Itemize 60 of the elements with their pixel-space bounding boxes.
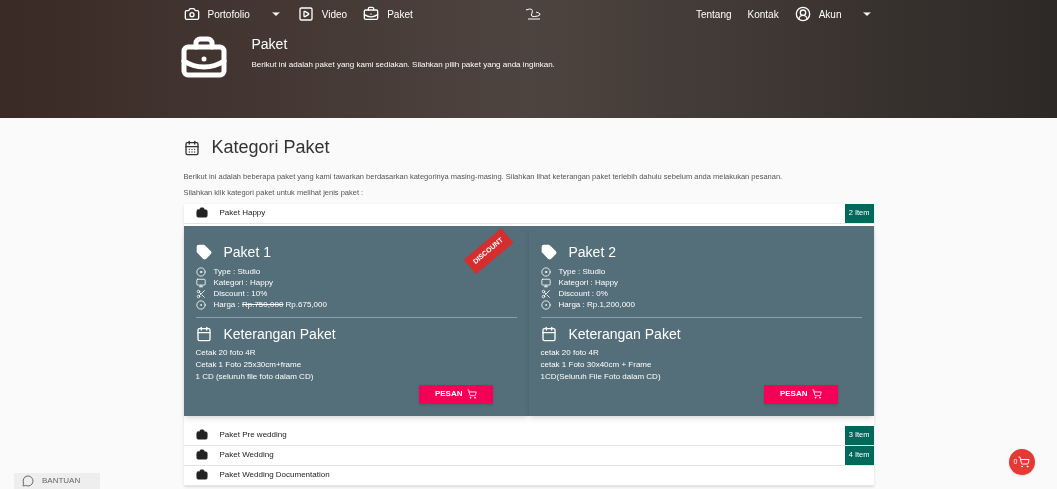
camera-icon [183, 6, 200, 22]
package-detail: Type : Studio [558, 266, 606, 278]
package-detail: Discount : 10% [213, 288, 268, 300]
tag-icon [195, 244, 212, 260]
nav-link[interactable]: Video [321, 6, 348, 22]
section-title: Kategori Paket [211, 136, 330, 159]
info-line: Cetak 1 Foto 25x30cm+frame [195, 358, 303, 371]
category-name: Paket Pre wedding [219, 429, 287, 441]
calendar-icon [183, 139, 200, 156]
info-title: Keterangan Paket [223, 324, 336, 344]
package-detail: Kategori : Happy [558, 277, 619, 289]
bag-icon [195, 449, 208, 461]
nav-link[interactable]: Paket [387, 6, 413, 22]
package-detail: Harga : Rp.750,000 Rp.675,000 [213, 299, 327, 311]
calendar-icon [195, 326, 212, 342]
nav-link[interactable]: Akun [818, 6, 842, 22]
package-title: Paket 2 [568, 242, 616, 262]
info-line: Cetak 20 foto 4R [195, 346, 257, 359]
briefcase-icon [363, 6, 380, 22]
dot-circle-icon [195, 300, 206, 310]
package-detail: Kategori : Happy [213, 277, 274, 289]
chat-icon [22, 475, 34, 487]
monitor-icon [540, 278, 551, 288]
disc-icon [195, 267, 206, 277]
nav-link[interactable]: Kontak [747, 6, 779, 22]
hero-title: Paket [251, 35, 289, 54]
scissors-icon [195, 289, 206, 299]
dot-circle-icon [540, 300, 551, 310]
info-line: 1 CD (seluruh file foto dalam CD) [195, 370, 315, 383]
scissors-icon [540, 289, 551, 299]
bag-icon [195, 429, 208, 441]
calendar-icon [540, 326, 557, 342]
cart-icon [811, 389, 822, 399]
package-detail: Type : Studio [213, 266, 261, 278]
category-name: Paket Wedding Documentation [219, 469, 330, 481]
help-button[interactable]: BANTUAN [14, 473, 100, 489]
package-title: Paket 1 [223, 242, 271, 262]
order-button[interactable]: PESAN [418, 384, 493, 404]
category-name: Paket Happy [219, 207, 266, 219]
package-detail: Discount : 0% [558, 288, 608, 300]
info-line: cetak 20 foto 4R [540, 346, 600, 359]
hero-subtitle: Berikut ini adalah paket yang kami sediakan. Silahkan pilih paket yang anda inginkan. [251, 59, 555, 71]
nav-link[interactable]: Portofolio [207, 6, 250, 22]
nav-link[interactable]: Tentang [695, 6, 732, 22]
info-line: 1CD(Seluruh File Foto dalam CD) [540, 370, 662, 383]
disc-icon [540, 267, 551, 277]
package-detail: Harga : Rp.1,200,000 [558, 299, 635, 311]
category-name: Paket Wedding [219, 449, 274, 461]
tag-icon [540, 244, 557, 260]
bag-icon [195, 207, 208, 219]
bag-icon [195, 469, 208, 481]
cart-icon [466, 389, 477, 399]
info-title: Keterangan Paket [568, 324, 681, 344]
info-line: cetak 1 Foto 30x40cm + Frame [540, 358, 653, 371]
account-icon [794, 6, 811, 22]
category-row[interactable]: Paket Wedding Documentation [183, 465, 874, 486]
monitor-icon [195, 278, 206, 288]
cart-icon [1018, 456, 1031, 468]
order-button[interactable]: PESAN [763, 384, 838, 404]
video-icon [297, 6, 314, 22]
